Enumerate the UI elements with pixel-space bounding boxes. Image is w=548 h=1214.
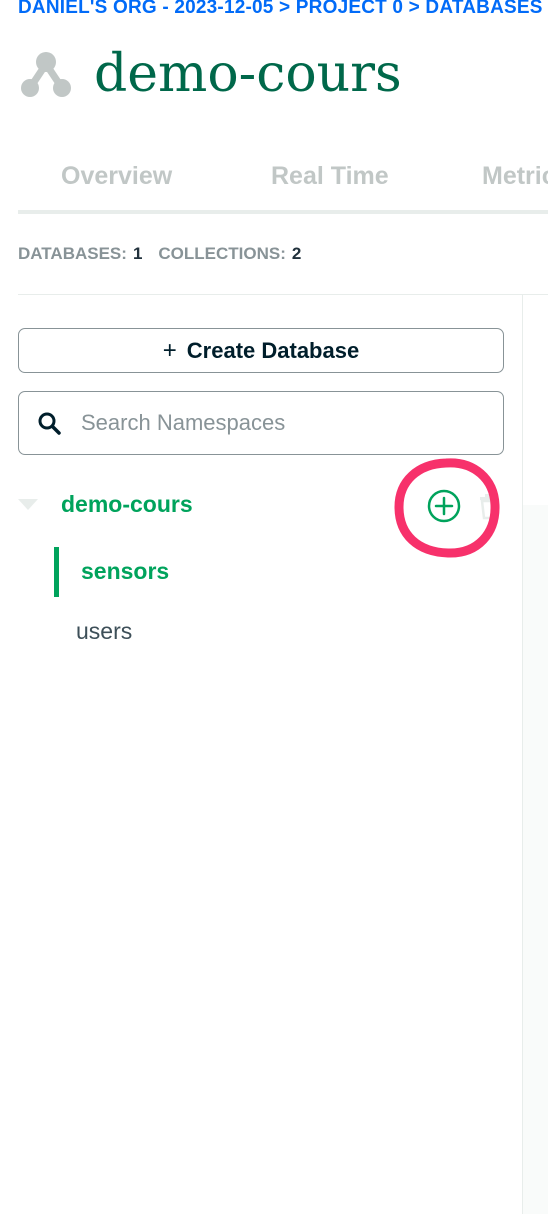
collection-item-users[interactable]: users <box>76 618 132 645</box>
search-icon <box>38 412 61 435</box>
create-database-button[interactable]: + Create Database <box>18 328 504 373</box>
tab-metrics[interactable]: Metrics <box>482 162 548 191</box>
main-panel <box>523 505 548 1214</box>
stats-summary: DATABASES: 1 COLLECTIONS: 2 <box>18 244 301 264</box>
databases-label: DATABASES: <box>18 244 127 263</box>
database-name[interactable]: demo-cours <box>61 491 193 518</box>
create-database-label: Create Database <box>186 337 360 363</box>
search-namespaces-box[interactable] <box>18 391 504 455</box>
page: DANIEL'S ORG - 2023-12-05 > PROJECT 0 > … <box>0 0 548 1214</box>
collections-label: COLLECTIONS: <box>158 244 286 263</box>
active-collection-indicator <box>54 547 59 597</box>
tab-overview[interactable]: Overview <box>61 162 172 191</box>
title-row: demo-cours <box>20 44 402 104</box>
add-collection-icon[interactable] <box>426 488 462 524</box>
search-input[interactable] <box>79 409 483 437</box>
database-row[interactable]: demo-cours <box>18 485 504 527</box>
cluster-icon <box>21 52 71 97</box>
databases-count: 1 <box>132 244 143 263</box>
collection-item-sensors[interactable]: sensors <box>81 558 169 585</box>
breadcrumb[interactable]: DANIEL'S ORG - 2023-12-05 > PROJECT 0 > … <box>18 0 543 19</box>
collections-count: 2 <box>291 244 302 263</box>
trash-icon[interactable] <box>474 491 504 521</box>
caret-down-icon[interactable] <box>18 499 38 510</box>
tab-real-time[interactable]: Real Time <box>271 162 389 191</box>
divider <box>18 294 548 295</box>
plus-icon: + <box>162 336 177 364</box>
page-title: demo-cours <box>94 44 402 104</box>
tab-bar: Overview Real Time Metrics <box>18 158 548 214</box>
